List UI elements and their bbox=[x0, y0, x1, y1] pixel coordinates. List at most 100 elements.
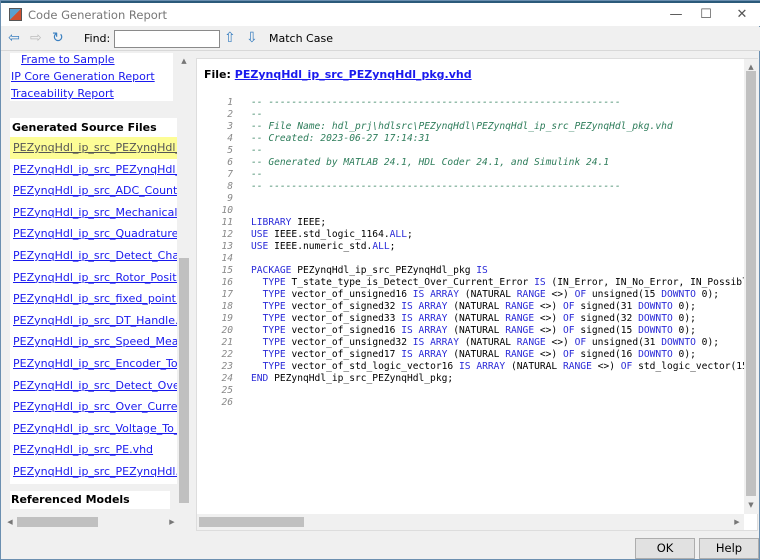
code-line: 9 bbox=[197, 193, 754, 205]
code-line: 7 -- bbox=[197, 169, 754, 181]
refresh-icon[interactable]: ↻ bbox=[52, 30, 64, 46]
code-vertical-scrollbar[interactable]: ▲ ▼ bbox=[744, 59, 758, 514]
source-file-link[interactable]: PEZynqHdl_ip_src_ADC_Count_ bbox=[10, 180, 178, 202]
code-line: 12 USE IEEE.std_logic_1164.ALL; bbox=[197, 229, 754, 241]
scroll-right-icon[interactable]: ▶ bbox=[165, 518, 179, 526]
source-file-link[interactable]: PEZynqHdl_ip_src_PEZynqHdl_p bbox=[10, 137, 178, 159]
code-horizontal-scrollbar[interactable]: ▶ bbox=[197, 514, 744, 530]
close-button[interactable]: ✕ bbox=[727, 6, 757, 24]
code-scroll-thumb[interactable] bbox=[746, 71, 756, 496]
code-line: 2 -- bbox=[197, 109, 754, 121]
code-line: 5 -- bbox=[197, 145, 754, 157]
source-file-link[interactable]: PEZynqHdl_ip_src_Quadrature_ bbox=[10, 223, 178, 245]
code-text: -- bbox=[251, 169, 263, 180]
sidebar-scroll-thumb[interactable] bbox=[179, 258, 189, 503]
sidebar-hscroll-thumb[interactable] bbox=[17, 517, 98, 527]
window-title: Code Generation Report bbox=[28, 8, 168, 22]
code-text: END PEZynqHdl_ip_src_PEZynqHdl_pkg; bbox=[251, 373, 454, 384]
sidebar-vertical-scrollbar[interactable]: ▲ bbox=[177, 53, 191, 513]
code-text: -- Generated by MATLAB 24.1, HDL Coder 2… bbox=[251, 157, 610, 168]
code-text: -- File Name: hdl_prj\hdlsrc\PEZynqHdl\P… bbox=[251, 121, 673, 132]
code-line: 8 -- ------------------------------------… bbox=[197, 181, 754, 193]
code-text: TYPE vector_of_signed33 IS ARRAY (NATURA… bbox=[262, 313, 696, 324]
generated-files-section: Generated Source Files PEZynqHdl_ip_src_… bbox=[10, 118, 178, 484]
line-number: 5 bbox=[227, 145, 233, 156]
code-line: 4 -- Created: 2023-06-27 17:14:31 bbox=[197, 133, 754, 145]
line-number: 16 bbox=[221, 277, 233, 288]
link-traceability-report[interactable]: Traceability Report bbox=[11, 87, 173, 104]
source-file-link[interactable]: PEZynqHdl_ip_src_PEZynqHdl_t bbox=[10, 159, 178, 181]
line-number: 19 bbox=[221, 313, 233, 324]
code-line: 25 bbox=[197, 385, 754, 397]
code-text: TYPE vector_of_unsigned16 IS ARRAY (NATU… bbox=[262, 289, 719, 300]
code-line: 23 TYPE vector_of_std_logic_vector16 IS … bbox=[197, 361, 754, 373]
source-file-link[interactable]: PEZynqHdl_ip_src_Mechanical_ bbox=[10, 202, 178, 224]
code-text: TYPE vector_of_signed17 IS ARRAY (NATURA… bbox=[262, 349, 696, 360]
scroll-down-icon[interactable]: ▼ bbox=[744, 501, 758, 509]
source-file-link[interactable]: PEZynqHdl_ip_src_Rotor_Positi bbox=[10, 267, 178, 289]
code-line: 15 PACKAGE PEZynqHdl_ip_src_PEZynqHdl_pkg… bbox=[197, 265, 754, 277]
find-label: Find: bbox=[84, 32, 111, 45]
link-ip-core-report[interactable]: IP Core Generation Report bbox=[11, 70, 173, 87]
source-file-link[interactable]: PEZynqHdl_ip_src_PEZynqHdl.vl bbox=[10, 461, 178, 483]
code-text: TYPE vector_of_std_logic_vector16 IS ARR… bbox=[262, 361, 748, 372]
source-file-link[interactable]: PEZynqHdl_ip_src_DT_Handle.v bbox=[10, 310, 178, 332]
line-number: 24 bbox=[221, 373, 233, 384]
maximize-button[interactable]: ☐ bbox=[691, 6, 721, 24]
code-line: 10 bbox=[197, 205, 754, 217]
find-input[interactable] bbox=[114, 30, 220, 48]
line-number: 22 bbox=[221, 349, 233, 360]
code-text: USE IEEE.std_logic_1164.ALL; bbox=[251, 229, 413, 240]
source-file-link[interactable]: PEZynqHdl_ip_src_Speed_Meas bbox=[10, 331, 178, 353]
code-line: 18 TYPE vector_of_signed32 IS ARRAY (NAT… bbox=[197, 301, 754, 313]
source-file-link[interactable]: PEZynqHdl_ip_src_Encoder_To_ bbox=[10, 353, 178, 375]
line-number: 10 bbox=[221, 205, 233, 216]
scroll-up-icon[interactable]: ▲ bbox=[744, 63, 758, 71]
scroll-left-icon[interactable]: ◀ bbox=[3, 518, 17, 526]
code-hscroll-thumb[interactable] bbox=[199, 517, 304, 527]
source-file-link[interactable]: PEZynqHdl_ip_src_Over_Curren bbox=[10, 396, 178, 418]
code-text: -- -------------------------------------… bbox=[251, 181, 621, 192]
app-icon bbox=[9, 8, 22, 21]
code-text: USE IEEE.numeric_std.ALL; bbox=[251, 241, 396, 252]
source-file-link[interactable]: PEZynqHdl_ip_src_fixed_point.v bbox=[10, 288, 178, 310]
code-line: 11 LIBRARY IEEE; bbox=[197, 217, 754, 229]
line-number: 18 bbox=[221, 301, 233, 312]
sidebar: Frame to Sample IP Core Generation Repor… bbox=[1, 53, 192, 533]
match-case-option[interactable]: Match Case bbox=[269, 32, 333, 45]
line-number: 8 bbox=[227, 181, 233, 192]
line-number: 12 bbox=[221, 229, 233, 240]
line-number: 13 bbox=[221, 241, 233, 252]
source-file-link[interactable]: PEZynqHdl_ip_src_Detect_Over bbox=[10, 375, 178, 397]
code-text: -- bbox=[251, 145, 263, 156]
ok-button[interactable]: OK bbox=[635, 538, 695, 559]
line-number: 7 bbox=[227, 169, 233, 180]
scroll-up-icon[interactable]: ▲ bbox=[177, 57, 191, 65]
sidebar-horizontal-scrollbar[interactable]: ◀ ▶ bbox=[1, 515, 177, 529]
referenced-models-header: Referenced Models bbox=[11, 493, 130, 506]
source-file-link[interactable]: PEZynqHdl_ip_src_Detect_Chan bbox=[10, 245, 178, 267]
code-text: -- -------------------------------------… bbox=[251, 97, 621, 108]
code-text: LIBRARY IEEE; bbox=[251, 217, 327, 228]
source-file-link[interactable]: PEZynqHdl_ip_src_PE.vhd bbox=[10, 439, 178, 461]
forward-arrow-icon[interactable]: ⇨ bbox=[30, 30, 42, 46]
referenced-models-section: Referenced Models bbox=[10, 491, 170, 509]
file-label: File: bbox=[204, 68, 231, 81]
link-frame-to-sample[interactable]: Frame to Sample bbox=[11, 53, 173, 70]
toolbar: ⇦ ⇨ ↻ Find: ⇧ ⇩ Match Case bbox=[1, 27, 760, 51]
line-number: 2 bbox=[227, 109, 233, 120]
back-arrow-icon[interactable]: ⇦ bbox=[8, 30, 20, 46]
line-number: 4 bbox=[227, 133, 233, 144]
file-link[interactable]: PEZynqHdl_ip_src_PEZynqHdl_pkg.vhd bbox=[235, 68, 472, 81]
help-button[interactable]: Help bbox=[699, 538, 759, 559]
minimize-button[interactable]: — bbox=[661, 6, 691, 24]
code-text: TYPE vector_of_signed16 IS ARRAY (NATURA… bbox=[262, 325, 696, 336]
report-links: Frame to Sample IP Core Generation Repor… bbox=[10, 53, 173, 101]
find-previous-icon[interactable]: ⇧ bbox=[224, 30, 236, 46]
source-file-link[interactable]: PEZynqHdl_ip_src_Voltage_To_I bbox=[10, 418, 178, 440]
code-text: TYPE T_state_type_is_Detect_Over_Current… bbox=[262, 277, 754, 288]
find-next-icon[interactable]: ⇩ bbox=[246, 30, 258, 46]
code-line: 24 END PEZynqHdl_ip_src_PEZynqHdl_pkg; bbox=[197, 373, 754, 385]
line-number: 20 bbox=[221, 325, 233, 336]
scroll-right-icon[interactable]: ▶ bbox=[730, 518, 744, 526]
